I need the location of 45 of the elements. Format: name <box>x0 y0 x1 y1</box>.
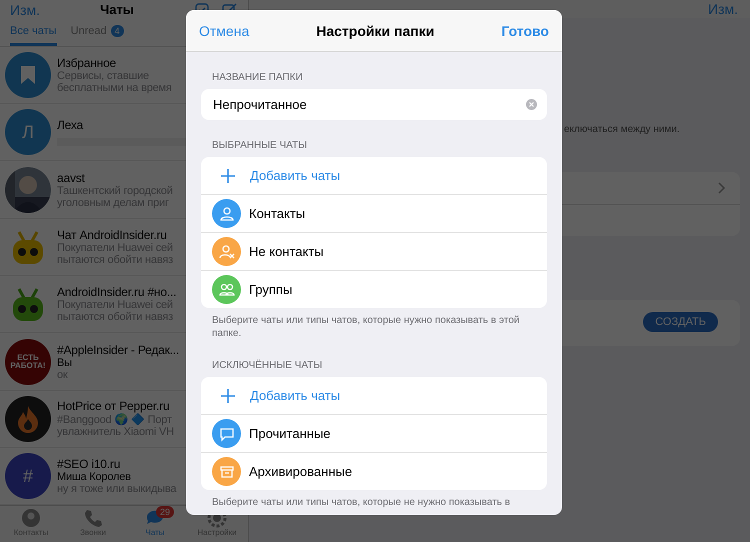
chat-type-row[interactable]: Архивированные <box>201 453 547 490</box>
folder-tab[interactable]: Все чаты <box>10 20 57 46</box>
section-label: НАЗВАНИЕ ПАПКИ <box>212 72 304 83</box>
section-label: ВЫБРАННЫЕ ЧАТЫ <box>212 140 308 151</box>
plus-icon <box>221 168 235 182</box>
chats-title: Чаты <box>99 2 135 18</box>
add-chats-button[interactable]: Добавить чаты <box>201 377 547 415</box>
chat-name: aavst <box>57 170 86 185</box>
plus-icon <box>221 388 235 402</box>
chat-type-row[interactable]: Группы <box>201 271 547 308</box>
chat-name: #SEO i10.ru <box>57 457 122 472</box>
chat-name: Леха <box>57 118 84 132</box>
message-preview: Вы <box>57 356 73 369</box>
tab-bar-item[interactable]: Чаты 29 <box>124 506 186 542</box>
chat-type-row[interactable]: Контакты <box>201 195 547 233</box>
folder-name-field[interactable]: Непрочитанное <box>201 89 547 120</box>
unread-badge: 29 <box>156 506 174 518</box>
dialog-title: Настройки папки <box>316 22 434 38</box>
saved-messages-avatar <box>5 52 51 98</box>
section-label: ИСКЛЮЧЁННЫЕ ЧАТЫ <box>212 360 324 371</box>
done-button[interactable]: Готово <box>501 22 549 38</box>
section-note: Выберите чаты или типы чатов, которые нужно показывать в этой папке. <box>212 314 520 340</box>
avatar: # <box>5 453 51 500</box>
flame-icon <box>5 396 51 442</box>
tab-icon <box>83 508 103 528</box>
description-text: еключаться между ними. <box>564 124 680 135</box>
message-preview: Миша Королев <box>57 471 132 484</box>
edit-link[interactable]: Изм. <box>708 1 738 17</box>
avatar: Л <box>5 109 51 156</box>
chat-name: HotPrice от Pepper.ru <box>57 399 170 414</box>
chat-name: Чат AndroidInsider.ru <box>57 228 168 242</box>
avatar: ЕСТЬ РАБОТА! <box>5 338 51 385</box>
chat-name: Избранное <box>57 56 118 70</box>
section-note: Выберите чаты или типы чатов, которые не нужно показывать в <box>212 496 512 509</box>
tab-icon <box>21 508 41 528</box>
chevron-icon <box>718 182 726 194</box>
chat-type-row[interactable]: Прочитанные <box>201 415 547 453</box>
add-chats-button[interactable]: Добавить чаты <box>201 157 547 195</box>
chat-name: #AppleInsider - Редак... <box>57 342 180 357</box>
unread-count: 4 <box>110 25 124 38</box>
chat-name: AndroidInsider.ru #но... <box>57 285 176 300</box>
edit-link[interactable]: Изм. <box>10 2 40 18</box>
cancel-button[interactable]: Отмена <box>199 22 250 38</box>
create-button[interactable]: СОЗДАТЬ <box>643 312 718 332</box>
chat-type-row[interactable]: Не контакты <box>201 233 547 271</box>
